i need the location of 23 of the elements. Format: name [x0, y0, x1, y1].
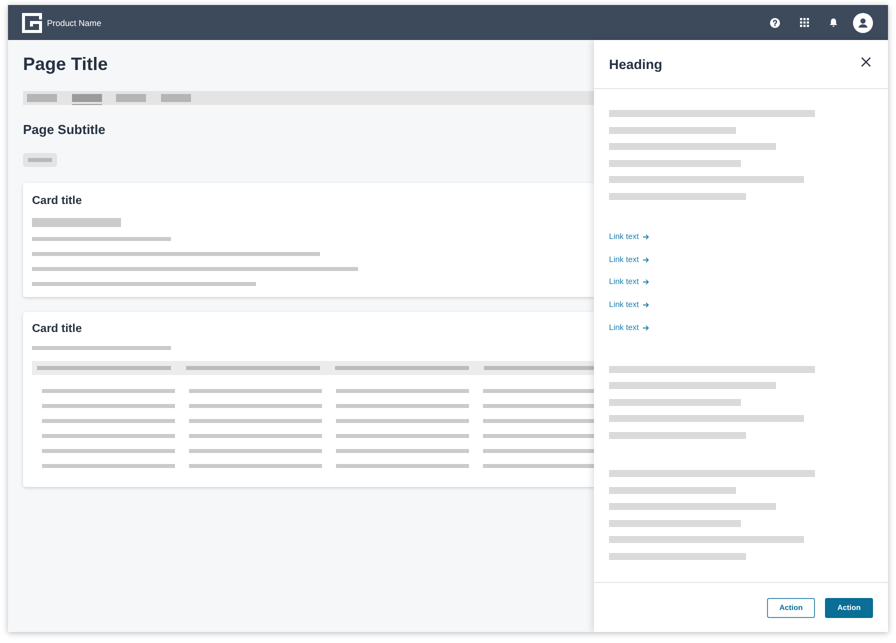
- link[interactable]: Link text: [609, 276, 649, 288]
- arrow-right-icon: [642, 302, 649, 308]
- link[interactable]: Link text: [609, 254, 649, 266]
- grid-icon[interactable]: [800, 18, 809, 27]
- page-title: Page Title: [23, 53, 109, 76]
- link[interactable]: Link text: [609, 322, 649, 334]
- tag-placeholder: [23, 153, 57, 167]
- page-subtitle: Page Subtitle: [23, 121, 106, 139]
- help-icon[interactable]: [770, 18, 780, 28]
- card-title: Card title: [32, 194, 83, 209]
- close-icon[interactable]: [861, 57, 871, 67]
- logo-icon: [22, 12, 42, 32]
- bell-icon[interactable]: [829, 18, 838, 27]
- arrow-right-icon: [642, 234, 649, 240]
- avatar-icon[interactable]: [853, 12, 873, 32]
- panel-heading: Heading: [609, 56, 662, 72]
- link[interactable]: Link text: [609, 299, 649, 312]
- card-title: Card title: [32, 322, 83, 337]
- arrow-right-icon: [642, 256, 649, 263]
- link[interactable]: Link text: [609, 231, 649, 243]
- arrow-right-icon: [642, 324, 649, 331]
- arrow-right-icon: [642, 279, 649, 286]
- product-name: Product Name: [47, 18, 102, 28]
